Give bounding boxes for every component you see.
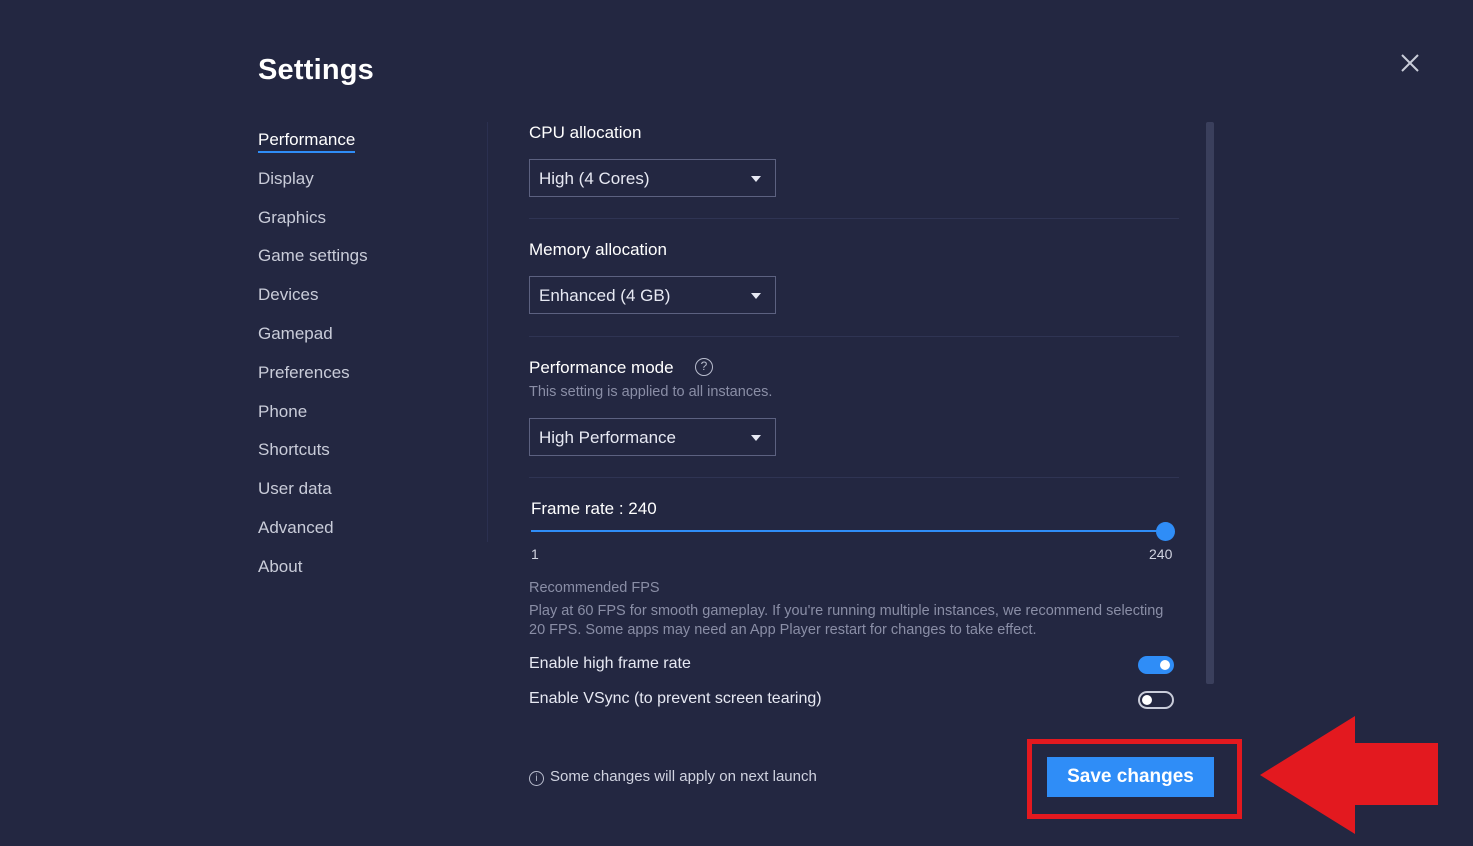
close-icon[interactable] xyxy=(1397,50,1423,76)
sidebar-item-phone[interactable]: Phone xyxy=(258,398,368,437)
slider-max-label: 240 xyxy=(1149,546,1173,562)
performance-mode-subtitle: This setting is applied to all instances… xyxy=(529,384,773,400)
sidebar-item-shortcuts[interactable]: Shortcuts xyxy=(258,436,368,475)
sidebar-item-user-data[interactable]: User data xyxy=(258,475,368,514)
recommended-fps-text: Play at 60 FPS for smooth gameplay. If y… xyxy=(529,603,1164,638)
cpu-allocation-value: High (4 Cores) xyxy=(539,169,650,188)
sidebar-item-graphics[interactable]: Graphics xyxy=(258,204,368,243)
sidebar-item-gamepad[interactable]: Gamepad xyxy=(258,320,368,359)
frame-rate-slider-track[interactable] xyxy=(531,530,1166,532)
cpu-allocation-label: CPU allocation xyxy=(529,123,642,142)
footer-note-text: Some changes will apply on next launch xyxy=(550,768,817,785)
recommended-fps-title: Recommended FPS xyxy=(529,580,660,596)
sidebar-divider xyxy=(487,122,488,542)
annotation-arrow-icon xyxy=(1260,716,1438,834)
save-changes-button[interactable]: Save changes xyxy=(1047,757,1214,797)
slider-min-label: 1 xyxy=(531,546,539,562)
chevron-down-icon xyxy=(751,176,761,182)
chevron-down-icon xyxy=(751,293,761,299)
section-divider xyxy=(529,477,1179,478)
section-divider xyxy=(529,336,1179,337)
performance-mode-value: High Performance xyxy=(539,428,677,447)
vsync-toggle[interactable] xyxy=(1138,691,1174,709)
sidebar-nav: Performance Display Graphics Game settin… xyxy=(258,126,368,592)
performance-mode-dropdown[interactable]: High Performance xyxy=(529,418,776,456)
high-frame-rate-toggle[interactable] xyxy=(1138,656,1174,674)
toggle-knob xyxy=(1142,695,1152,705)
chevron-down-icon xyxy=(751,435,761,441)
cpu-allocation-dropdown[interactable]: High (4 Cores) xyxy=(529,159,776,197)
memory-allocation-dropdown[interactable]: Enhanced (4 GB) xyxy=(529,276,776,314)
toggle-knob xyxy=(1160,660,1170,670)
sidebar-item-devices[interactable]: Devices xyxy=(258,281,368,320)
sidebar-item-advanced[interactable]: Advanced xyxy=(258,514,368,553)
performance-mode-label: Performance mode xyxy=(529,358,674,377)
memory-allocation-value: Enhanced (4 GB) xyxy=(539,286,671,305)
help-circle-icon[interactable]: ? xyxy=(695,358,713,376)
sidebar-item-display[interactable]: Display xyxy=(258,165,368,204)
high-frame-rate-label: Enable high frame rate xyxy=(529,655,691,672)
vsync-label: Enable VSync (to prevent screen tearing) xyxy=(529,690,822,707)
sidebar-item-game-settings[interactable]: Game settings xyxy=(258,242,368,281)
info-icon: i xyxy=(529,771,544,786)
scrollbar[interactable] xyxy=(1206,122,1214,684)
frame-rate-slider-thumb[interactable] xyxy=(1156,522,1175,541)
frame-rate-label: Frame rate : 240 xyxy=(531,499,657,518)
memory-allocation-label: Memory allocation xyxy=(529,240,667,259)
footer-note: i Some changes will apply on next launch xyxy=(529,768,817,786)
sidebar-item-preferences[interactable]: Preferences xyxy=(258,359,368,398)
sidebar-item-about[interactable]: About xyxy=(258,553,368,592)
section-divider xyxy=(529,218,1179,219)
page-title: Settings xyxy=(258,54,374,86)
sidebar-item-performance[interactable]: Performance xyxy=(258,126,368,165)
